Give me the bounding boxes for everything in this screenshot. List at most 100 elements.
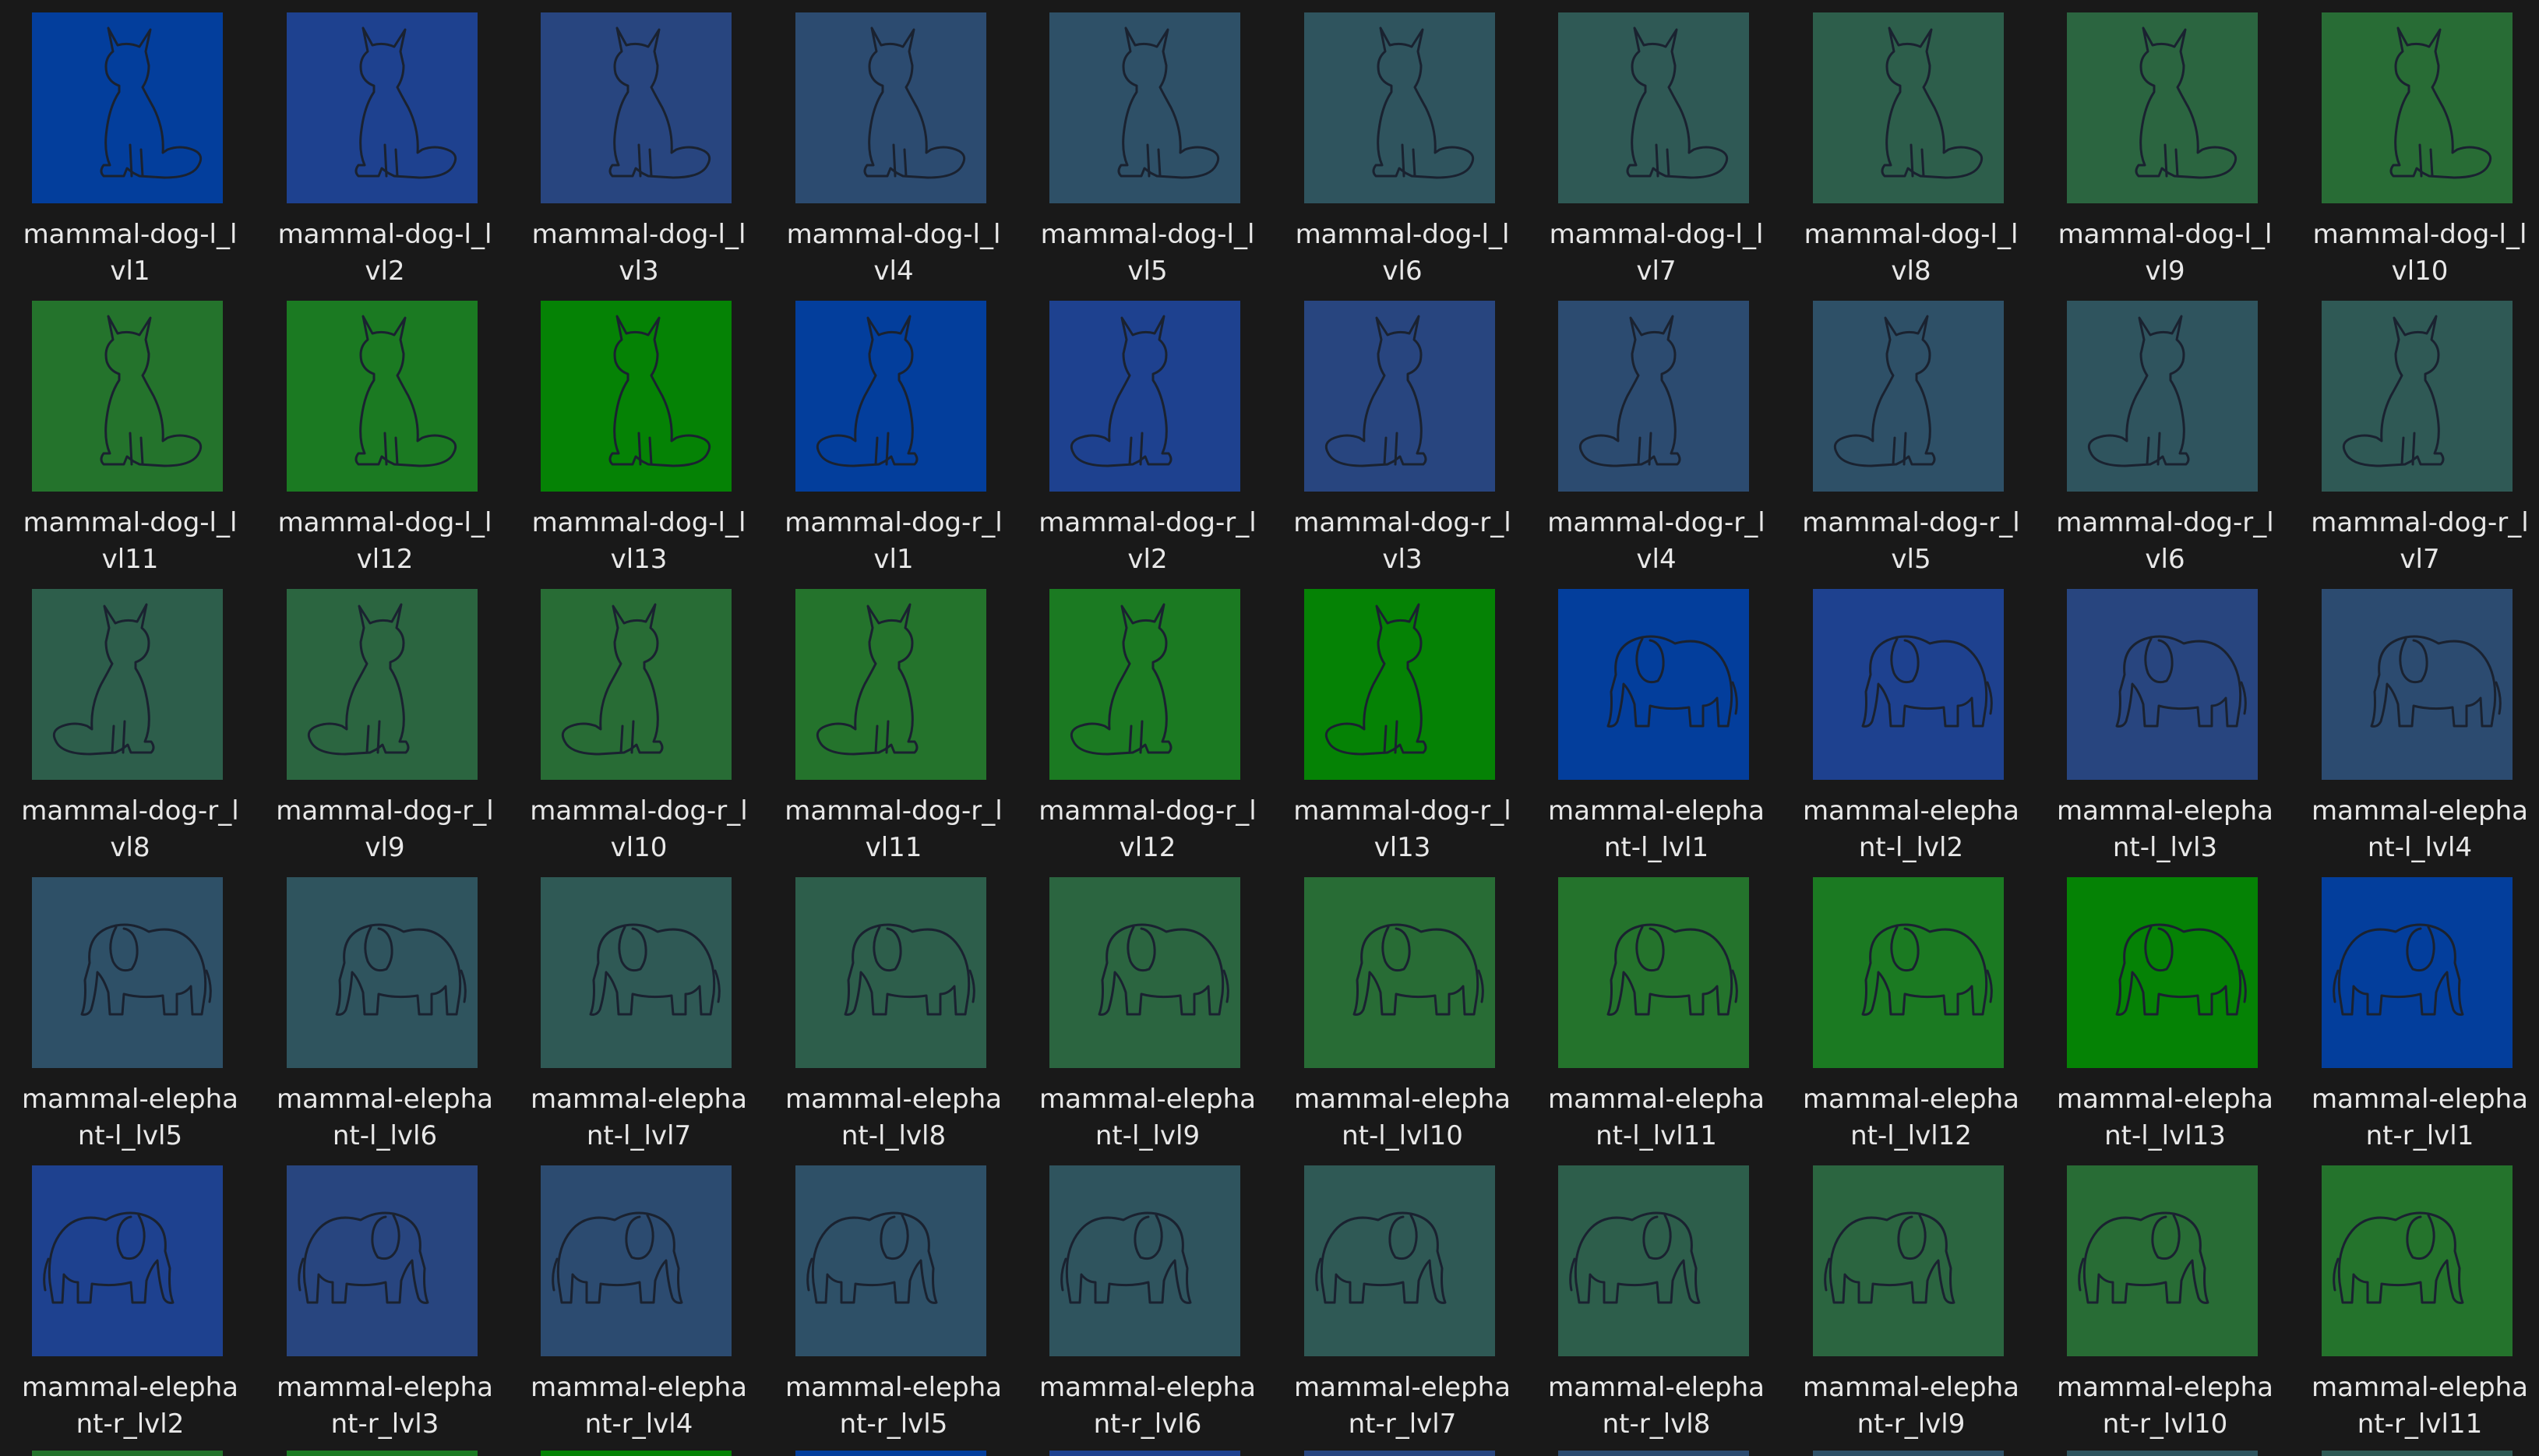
file-thumbnail-partial[interactable] xyxy=(1304,1451,1495,1456)
file-thumbnail[interactable] xyxy=(1558,12,1749,203)
file-tile[interactable]: mammal-dog-l_l vl5 xyxy=(1017,12,1254,301)
file-thumbnail[interactable] xyxy=(32,589,223,780)
file-thumbnail[interactable] xyxy=(2322,1165,2513,1356)
file-thumbnail[interactable] xyxy=(2322,877,2513,1068)
file-thumbnail[interactable] xyxy=(795,1165,986,1356)
file-tile[interactable]: mammal-elepha nt-r_lvl9 xyxy=(1781,1165,2019,1454)
file-tile[interactable]: mammal-elepha nt-r_lvl4 xyxy=(509,1165,747,1454)
file-tile[interactable]: mammal-elepha nt-l_lvl3 xyxy=(2035,589,2273,877)
file-thumbnail[interactable] xyxy=(287,877,478,1068)
file-thumbnail[interactable] xyxy=(1813,301,2004,492)
file-tile[interactable]: mammal-dog-r_l vl5 xyxy=(1781,301,2020,589)
file-tile[interactable]: mammal-dog-r_l vl9 xyxy=(255,589,494,877)
file-tile[interactable]: mammal-elepha nt-r_lvl3 xyxy=(255,1165,493,1454)
file-thumbnail[interactable] xyxy=(795,301,986,492)
file-tile[interactable]: mammal-elepha nt-r_lvl8 xyxy=(1526,1165,1765,1454)
file-tile[interactable]: mammal-dog-l_l vl3 xyxy=(509,12,746,301)
file-tile[interactable]: mammal-dog-r_l vl10 xyxy=(509,589,748,877)
file-thumbnail[interactable] xyxy=(1813,877,2004,1068)
file-thumbnail[interactable] xyxy=(2322,301,2513,492)
file-thumbnail[interactable] xyxy=(795,589,986,780)
file-tile[interactable]: mammal-elepha nt-l_lvl13 xyxy=(2035,877,2273,1165)
file-tile[interactable]: mammal-elepha nt-r_lvl7 xyxy=(1272,1165,1511,1454)
file-thumbnail[interactable] xyxy=(32,877,223,1068)
file-thumbnail[interactable] xyxy=(2067,301,2258,492)
file-tile[interactable]: mammal-elepha nt-l_lvl12 xyxy=(1781,877,2019,1165)
file-thumbnail-partial[interactable] xyxy=(2322,1451,2513,1456)
file-tile[interactable]: mammal-elepha nt-r_lvl10 xyxy=(2035,1165,2273,1454)
file-tile[interactable]: mammal-elepha nt-l_lvl10 xyxy=(1272,877,1511,1165)
file-tile[interactable]: mammal-elepha nt-r_lvl6 xyxy=(1017,1165,1256,1454)
file-thumbnail[interactable] xyxy=(32,1165,223,1356)
file-thumbnail-partial[interactable] xyxy=(287,1451,478,1456)
file-tile[interactable]: mammal-dog-l_l vl13 xyxy=(509,301,746,589)
file-tile[interactable]: mammal-elepha nt-l_lvl8 xyxy=(763,877,1002,1165)
file-thumbnail-partial[interactable] xyxy=(1049,1451,1240,1456)
file-thumbnail[interactable] xyxy=(1813,1165,2004,1356)
file-tile[interactable]: mammal-elepha nt-l_lvl2 xyxy=(1781,589,2019,877)
file-tile[interactable]: mammal-elepha nt-l_lvl5 xyxy=(0,877,238,1165)
file-tile[interactable]: mammal-dog-l_l vl7 xyxy=(1526,12,1763,301)
file-tile[interactable]: mammal-dog-r_l vl3 xyxy=(1272,301,1511,589)
file-tile[interactable]: mammal-dog-r_l vl4 xyxy=(1526,301,1765,589)
file-tile[interactable]: mammal-dog-l_l vl2 xyxy=(255,12,492,301)
file-thumbnail[interactable] xyxy=(287,589,478,780)
file-tile[interactable]: mammal-elepha nt-r_lvl2 xyxy=(0,1165,238,1454)
file-thumbnail[interactable] xyxy=(541,589,732,780)
file-tile[interactable]: mammal-dog-l_l vl1 xyxy=(0,12,237,301)
file-tile[interactable]: mammal-elepha nt-r_lvl1 xyxy=(2290,877,2528,1165)
file-thumbnail[interactable] xyxy=(287,301,478,492)
file-thumbnail[interactable] xyxy=(1304,589,1495,780)
file-tile[interactable]: mammal-dog-r_l vl8 xyxy=(0,589,239,877)
file-thumbnail-partial[interactable] xyxy=(1813,1451,2004,1456)
file-thumbnail[interactable] xyxy=(1558,301,1749,492)
file-tile[interactable]: mammal-elepha nt-l_lvl9 xyxy=(1017,877,1256,1165)
file-thumbnail[interactable] xyxy=(795,877,986,1068)
file-tile[interactable]: mammal-dog-r_l vl7 xyxy=(2290,301,2529,589)
file-thumbnail[interactable] xyxy=(2067,877,2258,1068)
file-thumbnail-partial[interactable] xyxy=(32,1451,223,1456)
file-thumbnail[interactable] xyxy=(2067,12,2258,203)
file-thumbnail[interactable] xyxy=(1304,12,1495,203)
file-tile[interactable]: mammal-dog-l_l vl9 xyxy=(2035,12,2272,301)
file-thumbnail[interactable] xyxy=(1049,589,1240,780)
file-thumbnail-partial[interactable] xyxy=(541,1451,732,1456)
file-thumbnail[interactable] xyxy=(541,301,732,492)
file-tile[interactable]: mammal-elepha nt-l_lvl6 xyxy=(255,877,493,1165)
file-thumbnail[interactable] xyxy=(1813,589,2004,780)
file-thumbnail[interactable] xyxy=(1558,589,1749,780)
file-thumbnail[interactable] xyxy=(1049,1165,1240,1356)
file-tile[interactable]: mammal-elepha nt-r_lvl5 xyxy=(763,1165,1002,1454)
file-tile[interactable]: mammal-dog-l_l vl8 xyxy=(1781,12,2018,301)
file-tile[interactable]: mammal-elepha nt-l_lvl11 xyxy=(1526,877,1765,1165)
file-tile[interactable]: mammal-dog-l_l vl10 xyxy=(2290,12,2527,301)
file-thumbnail[interactable] xyxy=(2322,589,2513,780)
file-thumbnail[interactable] xyxy=(541,1165,732,1356)
file-thumbnail[interactable] xyxy=(32,301,223,492)
file-thumbnail[interactable] xyxy=(795,12,986,203)
file-tile[interactable]: mammal-elepha nt-r_lvl11 xyxy=(2290,1165,2528,1454)
file-thumbnail[interactable] xyxy=(1813,12,2004,203)
file-thumbnail[interactable] xyxy=(1304,877,1495,1068)
file-thumbnail[interactable] xyxy=(2067,589,2258,780)
file-thumbnail[interactable] xyxy=(1049,877,1240,1068)
file-thumbnail[interactable] xyxy=(541,877,732,1068)
file-tile[interactable]: mammal-dog-r_l vl11 xyxy=(763,589,1003,877)
file-tile[interactable]: mammal-elepha nt-l_lvl4 xyxy=(2290,589,2528,877)
file-thumbnail[interactable] xyxy=(287,1165,478,1356)
file-thumbnail[interactable] xyxy=(2322,12,2513,203)
file-tile[interactable]: mammal-dog-r_l vl1 xyxy=(763,301,1003,589)
file-tile[interactable]: mammal-dog-r_l vl12 xyxy=(1017,589,1257,877)
file-thumbnail[interactable] xyxy=(1558,1165,1749,1356)
file-thumbnail[interactable] xyxy=(1049,12,1240,203)
file-thumbnail[interactable] xyxy=(1558,877,1749,1068)
file-thumbnail[interactable] xyxy=(1304,1165,1495,1356)
file-thumbnail[interactable] xyxy=(32,12,223,203)
file-thumbnail-partial[interactable] xyxy=(2067,1451,2258,1456)
file-tile[interactable]: mammal-dog-r_l vl6 xyxy=(2035,301,2274,589)
file-thumbnail[interactable] xyxy=(287,12,478,203)
file-tile[interactable]: mammal-dog-l_l vl11 xyxy=(0,301,237,589)
file-tile[interactable]: mammal-dog-l_l vl6 xyxy=(1272,12,1509,301)
file-thumbnail[interactable] xyxy=(1049,301,1240,492)
file-tile[interactable]: mammal-dog-l_l vl12 xyxy=(255,301,492,589)
